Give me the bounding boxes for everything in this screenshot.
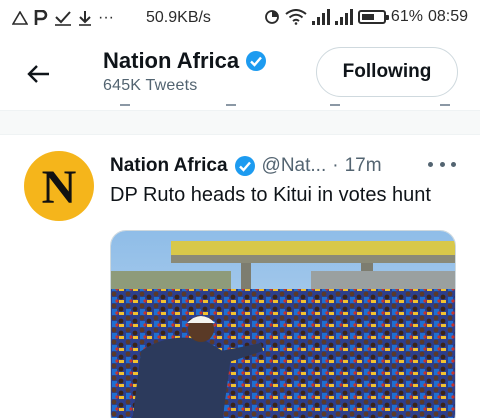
back-button[interactable] xyxy=(22,58,54,90)
retweet-icon xyxy=(226,100,236,106)
notification-icons: ··· xyxy=(12,8,114,28)
more-options-icon[interactable] xyxy=(428,154,456,174)
wifi-icon xyxy=(285,9,307,25)
reply-icon xyxy=(120,100,130,106)
tweet-author[interactable]: Nation Africa xyxy=(110,155,228,177)
clock: 08:59 xyxy=(427,8,468,25)
more-notifications: ··· xyxy=(98,9,114,26)
header-name-row: Nation Africa xyxy=(103,48,267,74)
tweet-header: Nation Africa @Nat... · 17m xyxy=(110,153,460,179)
separator-dot: · xyxy=(332,155,339,176)
tweet-text: DP Ruto heads to Kitui in votes hunt xyxy=(110,184,431,206)
data-saver-icon xyxy=(265,10,279,24)
following-button[interactable]: Following xyxy=(316,47,458,97)
header-title: Nation Africa 645K Tweets xyxy=(103,48,267,95)
warning-triangle-icon xyxy=(12,11,28,25)
verified-badge-icon xyxy=(234,155,256,177)
check-icon xyxy=(55,11,71,26)
status-bar: ··· 50.9KB/s 61% 08:59 xyxy=(0,0,480,38)
share-icon xyxy=(440,100,450,106)
verified-badge-icon xyxy=(246,51,267,71)
avatar-logo-letter: N xyxy=(41,161,77,214)
parking-p-icon xyxy=(34,10,48,25)
like-icon xyxy=(330,100,340,106)
tweets-count: 645K Tweets xyxy=(103,77,198,94)
back-arrow-icon xyxy=(27,65,49,83)
signal-icon xyxy=(311,9,330,25)
battery-percent: 61% xyxy=(390,8,423,25)
section-separator xyxy=(0,111,480,135)
battery-icon xyxy=(357,10,389,24)
avatar[interactable]: N xyxy=(24,151,94,221)
profile-name: Nation Africa xyxy=(103,48,240,73)
network-speed: 50.9KB/s xyxy=(146,9,211,26)
status-right: 61% 08:59 xyxy=(264,8,468,26)
signal-icon-2 xyxy=(334,9,353,25)
tweet-time[interactable]: 17m xyxy=(345,155,382,177)
tweet-photo[interactable] xyxy=(110,230,456,418)
crowd-photo xyxy=(111,231,455,418)
tweet-handle[interactable]: @Nat... xyxy=(262,155,327,177)
download-icon xyxy=(79,11,91,26)
tweet[interactable]: N Nation Africa @Nat... · 17m DP Ruto he… xyxy=(0,136,480,418)
